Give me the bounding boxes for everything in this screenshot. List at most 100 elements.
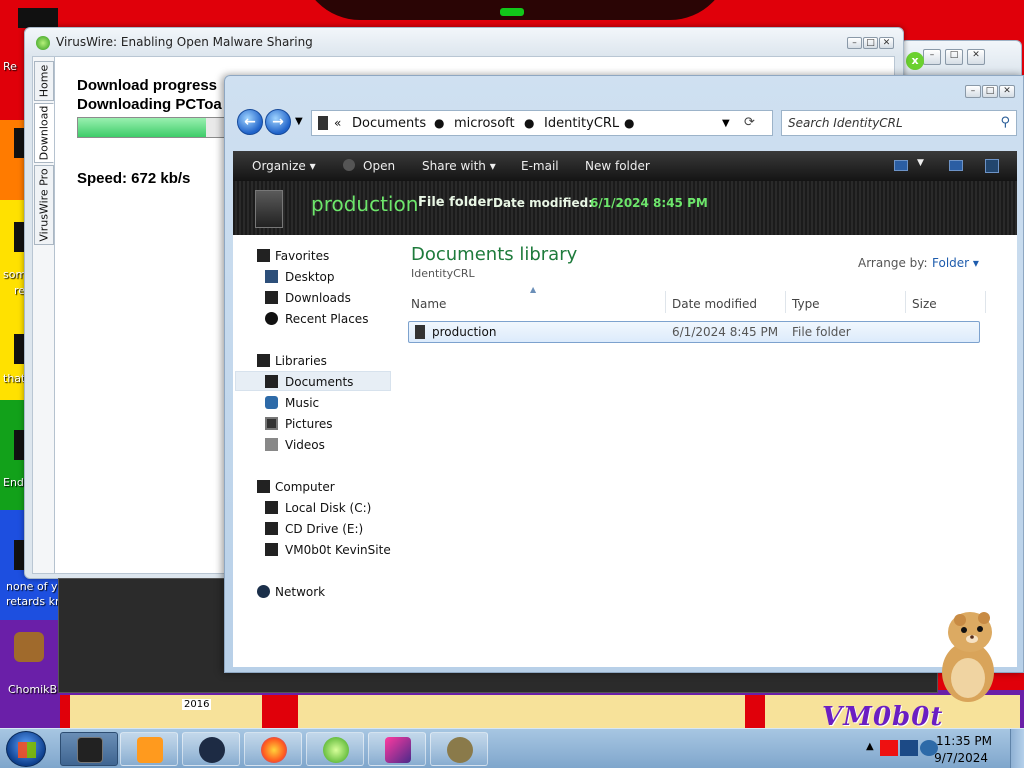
desktop-label[interactable]: End xyxy=(3,476,24,489)
minimize-button[interactable]: – xyxy=(847,37,862,49)
search-input[interactable]: Search IdentityCRL ⚲ xyxy=(781,110,1017,136)
file-date: 6/1/2024 8:45 PM xyxy=(672,325,779,339)
nav-network[interactable]: Network xyxy=(275,585,325,599)
minimize-button[interactable]: – xyxy=(923,49,941,65)
maximize-button[interactable]: □ xyxy=(945,49,963,65)
notification-chevron-icon[interactable]: ▲ xyxy=(866,741,874,752)
desktop-label[interactable]: ChomikB xyxy=(8,683,57,696)
help-icon[interactable] xyxy=(985,159,999,173)
desktop-label[interactable]: that xyxy=(3,372,25,385)
nav-desktop[interactable]: Desktop xyxy=(285,270,335,284)
pictures-icon xyxy=(265,417,278,430)
new-folder-button[interactable]: New folder xyxy=(585,159,650,173)
desktop-label[interactable]: som xyxy=(3,268,26,281)
desktop-label[interactable]: retards kn xyxy=(6,595,62,608)
system-tray: ▲ 11:35 PM 9/7/2024 xyxy=(854,729,1024,768)
taskbar-firefox[interactable] xyxy=(244,732,302,766)
tab-download[interactable]: Download xyxy=(34,103,54,163)
nav-music[interactable]: Music xyxy=(285,396,319,410)
column-type[interactable]: Type xyxy=(792,297,820,311)
taskbar-media-player[interactable] xyxy=(120,732,178,766)
chomik-icon[interactable] xyxy=(14,632,44,662)
forward-button[interactable]: → xyxy=(265,109,291,135)
explorer-content: Favorites Desktop Downloads Recent Place… xyxy=(233,235,1017,667)
share-with-button[interactable]: Share with ▾ xyxy=(422,159,496,173)
clock-date[interactable]: 9/7/2024 xyxy=(934,751,988,765)
taskbar-app[interactable] xyxy=(182,732,240,766)
arrange-by-label: Arrange by: xyxy=(858,256,928,270)
breadcrumb-identitycrl[interactable]: IdentityCRL xyxy=(544,116,619,131)
date-modified-value: 6/1/2024 8:45 PM xyxy=(590,196,708,210)
nav-local-disk[interactable]: Local Disk (C:) xyxy=(285,501,371,515)
desktop-label[interactable]: none of y xyxy=(6,580,58,593)
taskbar-viruswire[interactable] xyxy=(306,732,364,766)
viruswire-titlebar[interactable]: VirusWire: Enabling Open Malware Sharing… xyxy=(25,28,903,56)
taskbar-image-viewer[interactable] xyxy=(368,732,426,766)
folder-icon xyxy=(415,325,425,339)
close-button[interactable]: ✕ xyxy=(879,37,894,49)
nav-pictures[interactable]: Pictures xyxy=(285,417,333,431)
address-input[interactable]: « Documents ● microsoft ● IdentityCRL ● … xyxy=(311,110,773,136)
close-button[interactable]: ✕ xyxy=(999,85,1015,98)
view-icon[interactable] xyxy=(894,160,908,171)
email-button[interactable]: E-mail xyxy=(521,159,559,173)
column-name[interactable]: Name xyxy=(411,297,446,311)
preview-pane-icon[interactable] xyxy=(949,160,963,171)
open-button[interactable]: Open xyxy=(363,159,395,173)
nav-videos[interactable]: Videos xyxy=(285,438,325,452)
tab-home[interactable]: Home xyxy=(34,61,54,101)
tab-viruswire-pro[interactable]: VirusWire Pro xyxy=(34,165,54,245)
search-icon[interactable]: ⚲ xyxy=(1000,115,1010,130)
minimize-button[interactable]: – xyxy=(965,85,981,98)
breadcrumb-separator-icon[interactable]: ● xyxy=(434,116,444,130)
address-bar-row: ← → ▼ « Documents ● microsoft ● Identity… xyxy=(233,106,1017,140)
show-desktop-button[interactable] xyxy=(1010,729,1024,768)
taskbar-explorer[interactable] xyxy=(60,732,118,766)
nav-computer[interactable]: Computer xyxy=(275,480,335,494)
column-size[interactable]: Size xyxy=(912,297,937,311)
green-close-icon[interactable]: x xyxy=(906,52,924,70)
recent-places-icon xyxy=(265,312,278,325)
breadcrumb-separator-icon[interactable]: ● xyxy=(524,116,534,130)
taskbar-bird-app[interactable] xyxy=(430,732,488,766)
selected-item-type: File folder xyxy=(418,195,493,210)
file-row[interactable]: production 6/1/2024 8:45 PM File folder xyxy=(408,321,980,343)
close-button[interactable]: ✕ xyxy=(967,49,985,65)
nav-vmbot-kevinsite[interactable]: VM0b0t KevinSite xyxy=(285,543,391,557)
breadcrumb-documents[interactable]: Documents xyxy=(352,116,426,131)
downloads-icon xyxy=(265,291,278,304)
folder-icon xyxy=(318,116,328,130)
file-name: production xyxy=(432,325,497,339)
breadcrumb-separator-icon[interactable]: ● xyxy=(624,116,634,130)
nav-cd-drive[interactable]: CD Drive (E:) xyxy=(285,522,363,536)
breadcrumb-overflow[interactable]: « xyxy=(334,116,341,130)
network-tray-icon[interactable] xyxy=(900,740,918,756)
start-button[interactable] xyxy=(6,731,46,767)
nav-recent-places[interactable]: Recent Places xyxy=(285,312,368,326)
viruswire-tabbar: Home Download VirusWire Pro xyxy=(33,57,55,573)
column-date-modified[interactable]: Date modified xyxy=(672,297,757,311)
desktop-icon[interactable] xyxy=(18,8,58,28)
back-button[interactable]: ← xyxy=(237,109,263,135)
computer-icon xyxy=(257,480,270,493)
window-title: VirusWire: Enabling Open Malware Sharing xyxy=(56,35,313,49)
refresh-icon[interactable]: ⟳ xyxy=(744,115,755,130)
desktop-label[interactable]: Re xyxy=(3,60,17,73)
library-title: Documents library xyxy=(411,244,578,265)
nav-downloads[interactable]: Downloads xyxy=(285,291,351,305)
arrange-by-dropdown[interactable]: Folder ▾ xyxy=(932,256,979,270)
nav-documents[interactable]: Documents xyxy=(285,375,353,389)
flag-icon[interactable] xyxy=(880,740,898,756)
nav-favorites[interactable]: Favorites xyxy=(275,249,329,263)
clock-time[interactable]: 11:35 PM xyxy=(936,734,992,748)
recent-pages-chevron-icon[interactable]: ▼ xyxy=(295,116,303,127)
library-subtitle: IdentityCRL xyxy=(411,267,475,280)
address-dropdown-icon[interactable]: ▼ xyxy=(722,118,730,129)
nav-libraries[interactable]: Libraries xyxy=(275,354,327,368)
maximize-button[interactable]: □ xyxy=(982,85,998,98)
organize-button[interactable]: Organize ▾ xyxy=(252,159,316,173)
maximize-button[interactable]: □ xyxy=(863,37,878,49)
breadcrumb-microsoft[interactable]: microsoft xyxy=(454,116,515,131)
wallpaper-year: 2016 xyxy=(182,699,212,710)
view-dropdown-icon[interactable]: ▼ xyxy=(917,158,924,168)
